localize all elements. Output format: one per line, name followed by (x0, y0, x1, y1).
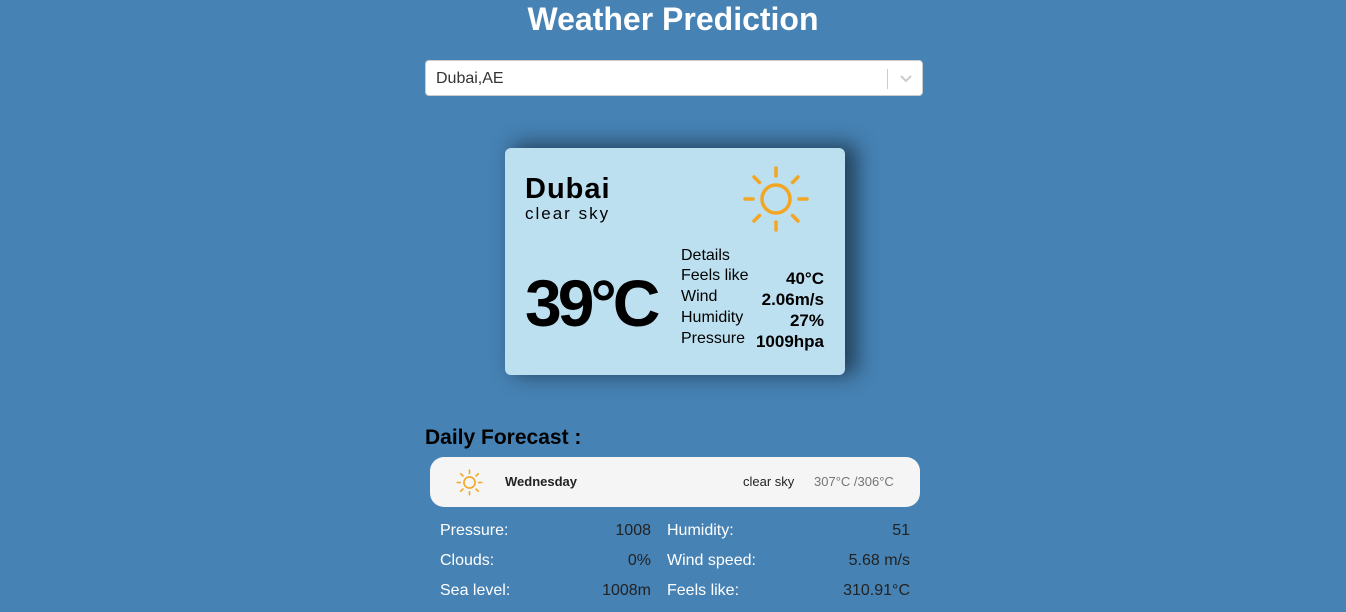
forecast-day-description: clear sky (743, 474, 795, 489)
detail-value: 2.06m/s (761, 290, 824, 309)
humidity-label: Humidity: (667, 522, 734, 539)
detail-label: Pressure (681, 330, 746, 347)
feels-like-label: Feels like: (667, 582, 740, 599)
humidity-value: 51 (892, 522, 910, 539)
selected-city-value: Dubai,AE (436, 70, 504, 87)
detail-value: 40°C (786, 269, 824, 288)
city-search-select[interactable]: Dubai,AE (425, 60, 923, 96)
forecast-day-item[interactable]: Wednesday clear sky 307°C /306°C (430, 457, 920, 507)
detail-row-feels-like: Feels like 40°C (681, 266, 824, 288)
forecast-detail-row: Pressure: 1008 Humidity: 51 (440, 521, 910, 551)
current-weather-card: Dubai clear sky 39°C Details Feels like … (505, 148, 845, 375)
current-weather-description: clear sky (525, 204, 611, 223)
current-temperature: 39°C (525, 266, 660, 340)
forecast-day-details: Pressure: 1008 Humidity: 51 Clouds: 0% W… (440, 521, 910, 611)
chevron-down-icon[interactable] (896, 70, 916, 88)
sea-level-label: Sea level: (440, 582, 511, 599)
detail-label: Feels like (681, 267, 749, 284)
select-indicator-separator (887, 69, 888, 89)
detail-label: Wind (681, 288, 718, 305)
weather-details: Details Feels like 40°C Wind 2.06m/s Hum… (681, 246, 824, 351)
clouds-value: 0% (627, 552, 651, 569)
feels-like-value: 310.91°C (843, 582, 910, 599)
detail-value: 27% (789, 311, 824, 330)
detail-row-wind: Wind 2.06m/s (681, 287, 824, 309)
forecast-min-max: 307°C /306°C (814, 474, 894, 489)
details-heading: Details (681, 247, 730, 264)
sun-icon (742, 165, 810, 233)
wind-speed-value: 5.68 m/s (848, 552, 910, 569)
wind-speed-label: Wind speed: (667, 552, 756, 569)
clouds-label: Clouds: (440, 552, 495, 569)
detail-row-humidity: Humidity 27% (681, 308, 824, 330)
detail-value: 1009hpa (755, 332, 824, 351)
pressure-label: Pressure: (440, 522, 509, 539)
sun-icon (456, 469, 483, 496)
page-title: Weather Prediction (527, 1, 819, 37)
sea-level-value: 1008m (602, 582, 651, 599)
forecast-detail-row: Sea level: 1008m Feels like: 310.91°C (440, 581, 910, 611)
detail-row-pressure: Pressure 1009hpa (681, 329, 824, 351)
forecast-day-name: Wednesday (505, 474, 578, 489)
current-city-name: Dubai (525, 173, 611, 205)
forecast-detail-row: Clouds: 0% Wind speed: 5.68 m/s (440, 551, 910, 581)
pressure-value: 1008 (615, 522, 651, 539)
daily-forecast-heading: Daily Forecast : (425, 426, 582, 449)
detail-label: Humidity (681, 309, 744, 326)
